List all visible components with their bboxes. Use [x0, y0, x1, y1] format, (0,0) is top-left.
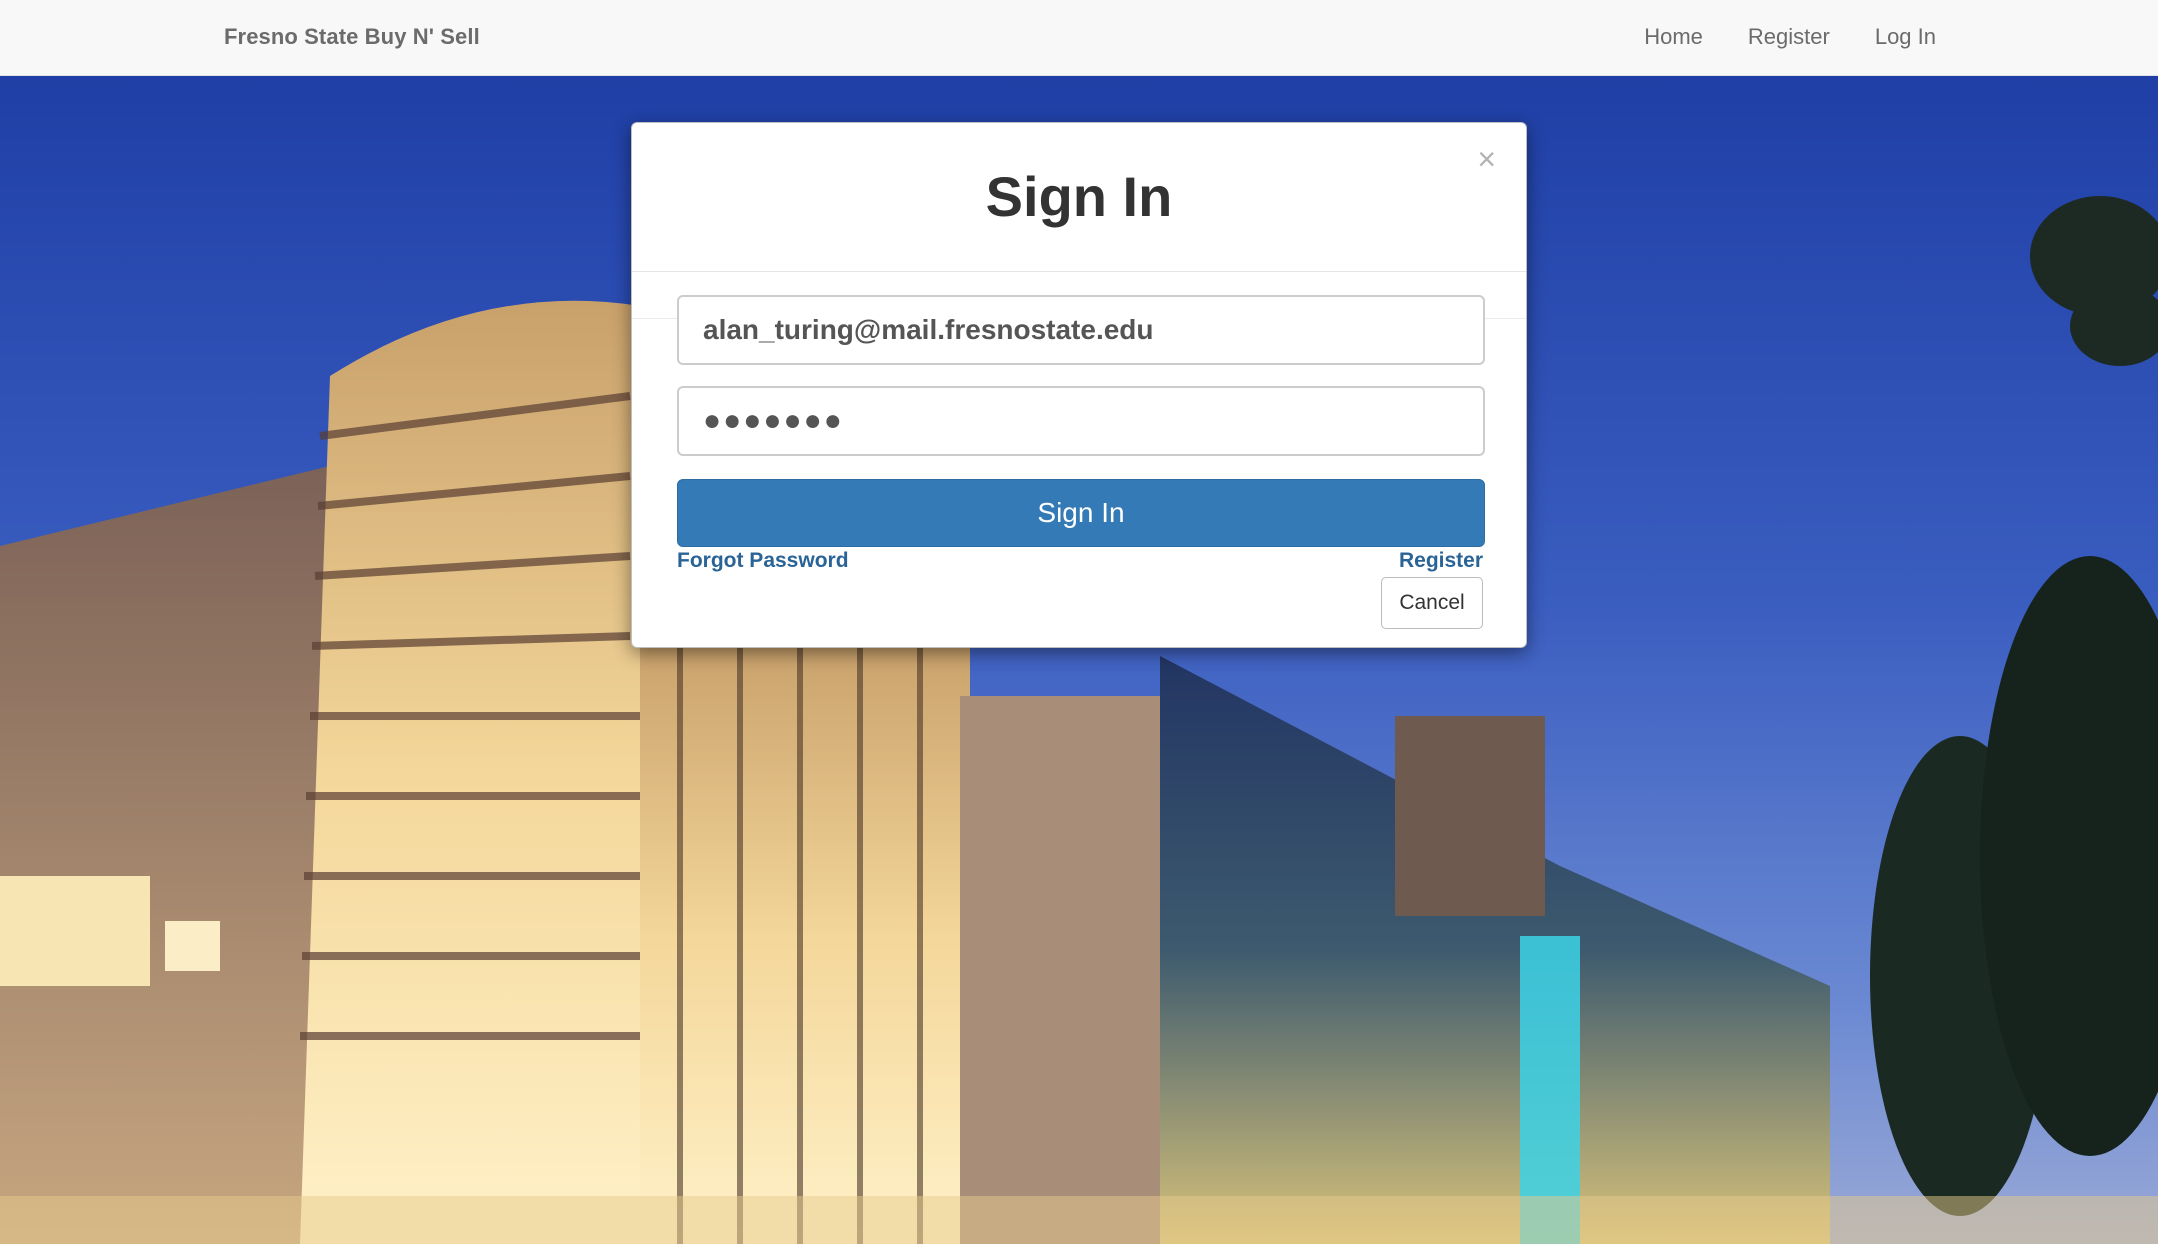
register-link[interactable]: Register: [1399, 549, 1483, 573]
page: Fresno State Buy N' Sell Home Register L…: [0, 0, 2158, 1244]
forgot-password-link[interactable]: Forgot Password: [677, 549, 849, 573]
modal-header: Sign In ×: [632, 123, 1526, 272]
modal-title: Sign In: [985, 165, 1173, 228]
nav-home-link[interactable]: Home: [1644, 24, 1703, 50]
close-icon[interactable]: ×: [1477, 143, 1496, 175]
nav-links: Home Register Log In: [1599, 24, 1936, 50]
cancel-button[interactable]: Cancel: [1381, 577, 1483, 629]
brand-link[interactable]: Fresno State Buy N' Sell: [224, 24, 480, 50]
email-field[interactable]: alan_turing@mail.fresnostate.edu: [677, 295, 1485, 365]
nav-login-link[interactable]: Log In: [1875, 24, 1936, 50]
sign-in-modal: Sign In × alan_turing@mail.fresnostate.e…: [631, 122, 1527, 648]
nav-register-link[interactable]: Register: [1748, 24, 1830, 50]
password-field[interactable]: ●●●●●●●: [677, 386, 1485, 456]
top-navbar: Fresno State Buy N' Sell Home Register L…: [0, 0, 2158, 76]
sign-in-button[interactable]: Sign In: [677, 479, 1485, 547]
